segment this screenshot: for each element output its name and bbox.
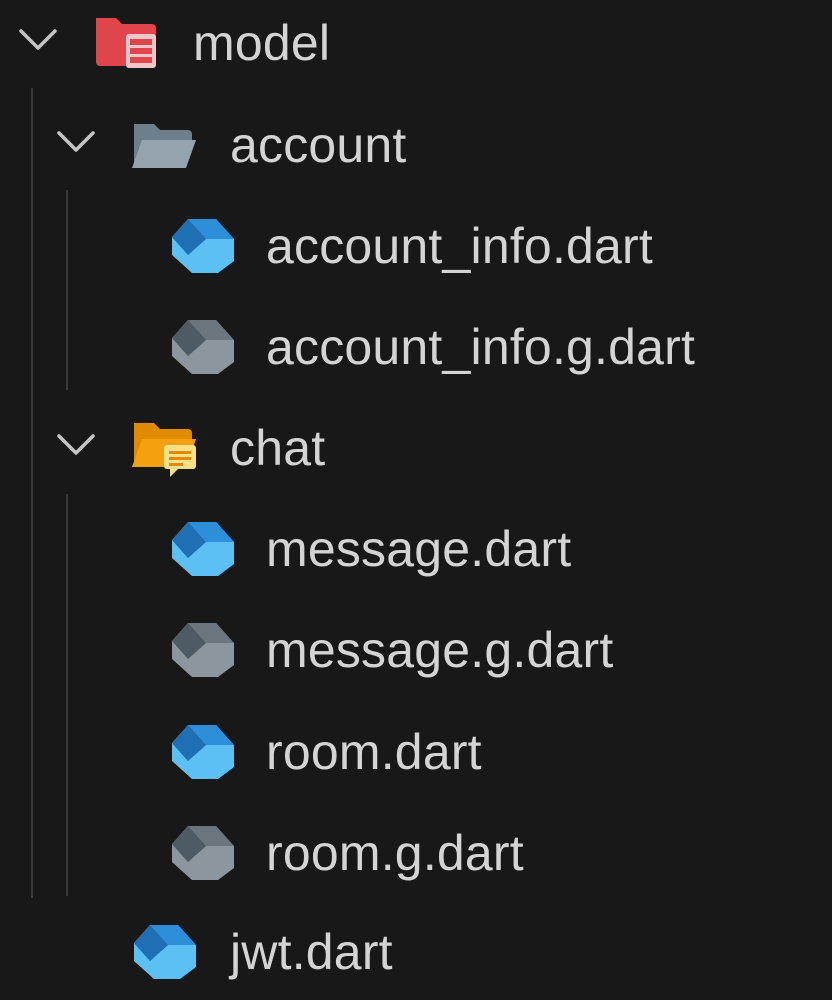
folder-open-chat-icon: [128, 417, 200, 477]
file-label: account_info.g.dart: [266, 319, 696, 375]
dart-icon: [128, 921, 200, 981]
tree-row-model-folder[interactable]: model: [0, 0, 832, 91]
file-explorer-tree: model account account_info.dart account_…: [0, 0, 832, 1000]
tree-row-file[interactable]: account_info.dart: [0, 193, 832, 294]
dart-generated-icon: [166, 822, 238, 882]
tree-row-file[interactable]: jwt.dart: [0, 899, 832, 1000]
tree-row-file[interactable]: account_info.g.dart: [0, 294, 832, 395]
tree-row-file[interactable]: message.g.dart: [0, 597, 832, 698]
folder-label-model: model: [193, 15, 331, 71]
folder-label-chat: chat: [230, 420, 326, 476]
file-label: message.g.dart: [266, 622, 614, 678]
folder-label-account: account: [230, 117, 407, 173]
file-label: account_info.dart: [266, 218, 653, 274]
chevron-down-icon[interactable]: [54, 120, 98, 164]
file-label: message.dart: [266, 521, 572, 577]
tree-row-file[interactable]: room.g.dart: [0, 800, 832, 901]
file-label: room.g.dart: [266, 825, 524, 881]
tree-row-file[interactable]: message.dart: [0, 496, 832, 597]
dart-icon: [166, 215, 238, 275]
chevron-down-icon[interactable]: [16, 18, 60, 62]
file-label: jwt.dart: [230, 924, 393, 980]
dart-icon: [166, 518, 238, 578]
tree-row-account-folder[interactable]: account: [0, 92, 832, 193]
tree-row-chat-folder[interactable]: chat: [0, 395, 832, 496]
dart-icon: [166, 721, 238, 781]
folder-open-icon: [128, 114, 200, 174]
dart-generated-icon: [166, 619, 238, 679]
chevron-down-icon[interactable]: [54, 423, 98, 467]
tree-row-file[interactable]: room.dart: [0, 699, 832, 800]
file-label: room.dart: [266, 724, 482, 780]
folder-open-database-icon: [92, 12, 164, 72]
dart-generated-icon: [166, 316, 238, 376]
